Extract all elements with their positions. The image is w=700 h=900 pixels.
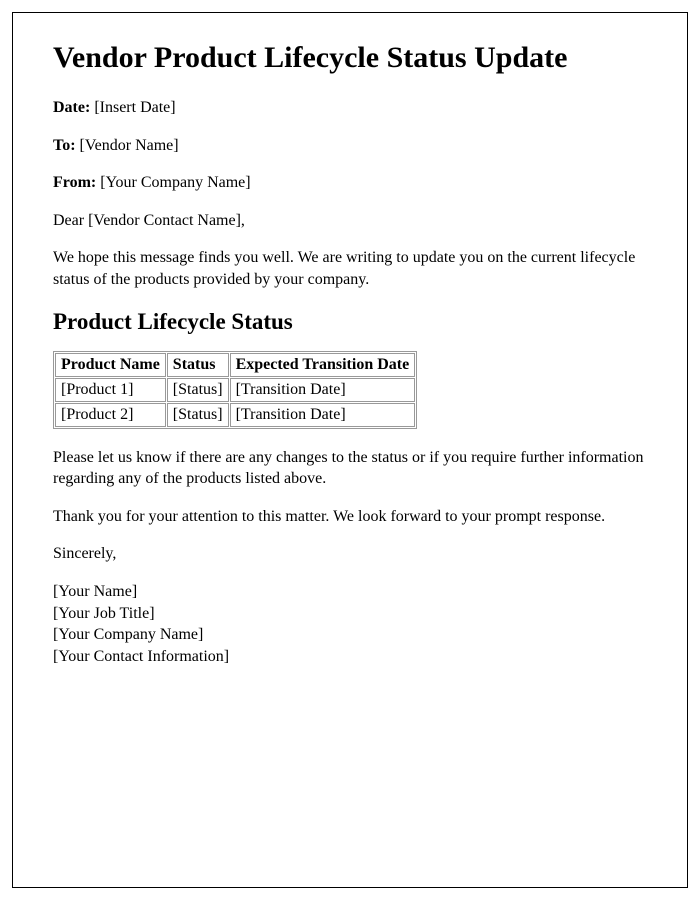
date-label: Date:	[53, 99, 90, 116]
from-line: From: [Your Company Name]	[53, 172, 647, 194]
intro-paragraph: We hope this message finds you well. We …	[53, 247, 647, 290]
from-label: From:	[53, 174, 96, 191]
signature-title: [Your Job Title]	[53, 603, 647, 625]
status-table: Product Name Status Expected Transition …	[53, 351, 417, 429]
to-label: To:	[53, 137, 76, 154]
cell-status: [Status]	[167, 403, 229, 427]
from-value: [Your Company Name]	[96, 174, 250, 191]
signature-name: [Your Name]	[53, 581, 647, 603]
document-title: Vendor Product Lifecycle Status Update	[53, 41, 647, 75]
to-value: [Vendor Name]	[76, 137, 179, 154]
signature-contact: [Your Contact Information]	[53, 646, 647, 668]
body-paragraph-3: Thank you for your attention to this mat…	[53, 506, 647, 528]
section-heading: Product Lifecycle Status	[53, 309, 647, 335]
body-paragraph-2: Please let us know if there are any chan…	[53, 447, 647, 490]
signature-block: [Your Name] [Your Job Title] [Your Compa…	[53, 581, 647, 667]
header-product-name: Product Name	[55, 353, 166, 377]
salutation: Dear [Vendor Contact Name],	[53, 210, 647, 232]
date-line: Date: [Insert Date]	[53, 97, 647, 119]
signature-company: [Your Company Name]	[53, 624, 647, 646]
cell-transition-date: [Transition Date]	[230, 403, 416, 427]
date-value: [Insert Date]	[90, 99, 175, 116]
cell-product-name: [Product 1]	[55, 378, 166, 402]
cell-status: [Status]	[167, 378, 229, 402]
header-transition-date: Expected Transition Date	[230, 353, 416, 377]
closing: Sincerely,	[53, 543, 647, 565]
cell-product-name: [Product 2]	[55, 403, 166, 427]
table-row: [Product 1] [Status] [Transition Date]	[55, 378, 415, 402]
table-row: [Product 2] [Status] [Transition Date]	[55, 403, 415, 427]
header-status: Status	[167, 353, 229, 377]
table-header-row: Product Name Status Expected Transition …	[55, 353, 415, 377]
document-page: Vendor Product Lifecycle Status Update D…	[12, 12, 688, 888]
cell-transition-date: [Transition Date]	[230, 378, 416, 402]
to-line: To: [Vendor Name]	[53, 135, 647, 157]
